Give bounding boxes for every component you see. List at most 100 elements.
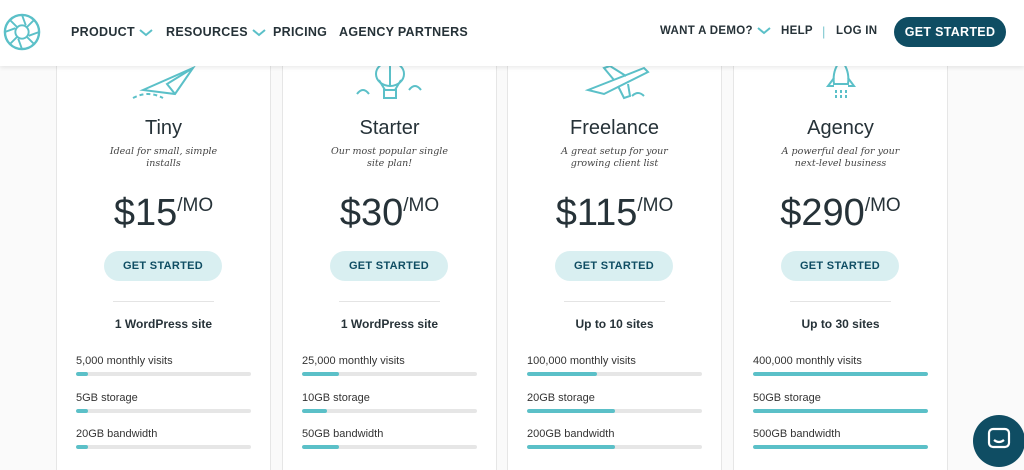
hot-air-balloon-icon (356, 61, 422, 99)
feature-label: 200GB bandwidth (527, 428, 615, 440)
pricing-card-starter: Starter Our most popular single site plan… (282, 50, 497, 470)
pricing-card-tiny: Tiny Ideal for small, simple installs $15/… (56, 50, 271, 470)
feature-bar (753, 372, 928, 376)
feature-label: 500GB bandwidth (753, 428, 841, 440)
nav-agency-partners[interactable]: AGENCY PARTNERS (339, 25, 468, 39)
feature-bar-fill (753, 445, 928, 449)
feature-label: 50GB storage (753, 392, 821, 404)
plan-get-started-button[interactable]: GET STARTED (555, 251, 673, 281)
feature-bar (753, 445, 928, 449)
price-amount: $115 (555, 192, 638, 234)
divider (113, 301, 214, 302)
feature-bar-fill (753, 372, 928, 376)
nav-pricing[interactable]: PRICING (273, 25, 327, 39)
chat-button[interactable] (973, 415, 1024, 467)
feature-item: 100,000 monthly visits (527, 355, 702, 376)
plan-description: Ideal for small, simple installs (109, 146, 218, 169)
feature-bar-fill (527, 409, 615, 413)
plan-name: Starter (359, 117, 420, 139)
plan-description: A great setup for your growing client li… (561, 146, 668, 169)
feature-item: 500GB bandwidth (753, 428, 928, 449)
nav-want-a-demo[interactable]: WANT A DEMO? (660, 25, 771, 37)
feature-label: 5,000 monthly visits (76, 355, 173, 367)
feature-bar (753, 409, 928, 413)
nav-resources[interactable]: RESOURCES (166, 25, 266, 39)
plan-description: A powerful deal for your next-level busi… (781, 146, 900, 169)
feature-bar-fill (302, 409, 327, 413)
feature-bar (527, 409, 702, 413)
airplane-icon (584, 64, 650, 100)
plan-name: Freelance (570, 117, 659, 139)
plan-sites: Up to 30 sites (801, 317, 880, 331)
chevron-down-icon (139, 28, 153, 37)
get-started-button[interactable]: GET STARTED (894, 17, 1006, 47)
nav-product[interactable]: PRODUCT (71, 25, 153, 39)
plan-price: $115/MO (508, 192, 721, 235)
plan-price: $30/MO (283, 192, 496, 235)
feature-item: 5,000 monthly visits (76, 355, 251, 376)
chevron-down-icon (757, 27, 771, 35)
nav-agency-partners-label: AGENCY PARTNERS (339, 25, 469, 39)
divider (339, 301, 440, 302)
plan-get-started-button[interactable]: GET STARTED (781, 251, 899, 281)
nav-login-label: LOG IN (836, 25, 878, 37)
chevron-down-icon (252, 28, 266, 37)
plan-price: $290/MO (734, 192, 947, 235)
plan-name: Agency (807, 117, 874, 139)
plan-sites: 1 WordPress site (114, 317, 213, 331)
feature-item: 50GB bandwidth (302, 428, 477, 449)
plan-sites: 1 WordPress site (340, 317, 439, 331)
feature-bar-fill (753, 409, 928, 413)
feature-item: 20GB storage (527, 392, 702, 413)
feature-bar-fill (76, 372, 89, 376)
feature-item: 10GB storage (302, 392, 477, 413)
feature-item: 50GB storage (753, 392, 928, 413)
feature-bar (302, 372, 477, 376)
nav-separator: | (822, 24, 826, 39)
price-amount: $290 (780, 192, 865, 234)
price-period: /MO (864, 195, 901, 216)
pricing-card-agency: Agency A powerful deal for your next-leve… (733, 50, 948, 470)
plan-name: Tiny (144, 117, 183, 139)
feature-bar (302, 409, 477, 413)
nav-help-label: HELP (781, 25, 813, 37)
pricing-card-freelance: Freelance A great setup for your growing … (507, 50, 722, 470)
price-amount: $15 (113, 192, 178, 234)
nav-help[interactable]: HELP (781, 25, 813, 37)
feature-bar-fill (527, 372, 597, 376)
plan-price: $15/MO (57, 192, 270, 235)
feature-item: 20GB bandwidth (76, 428, 251, 449)
feature-label: 400,000 monthly visits (753, 355, 862, 367)
nav-pricing-label: PRICING (273, 25, 328, 39)
divider (790, 301, 891, 302)
price-period: /MO (403, 195, 440, 216)
divider (564, 301, 665, 302)
chat-icon (987, 427, 1011, 449)
price-period: /MO (637, 195, 674, 216)
paper-plane-icon (132, 65, 196, 99)
feature-item: 200GB bandwidth (527, 428, 702, 449)
feature-label: 25,000 monthly visits (302, 355, 405, 367)
price-amount: $30 (339, 192, 404, 234)
feature-label: 20GB bandwidth (76, 428, 158, 440)
plan-get-started-button[interactable]: GET STARTED (330, 251, 448, 281)
price-period: /MO (177, 195, 214, 216)
feature-bar (302, 445, 477, 449)
logo-icon[interactable] (3, 13, 41, 51)
feature-bar (527, 372, 702, 376)
feature-bar (76, 409, 251, 413)
top-navigation: PRODUCT RESOURCES PRICING AGENCY PARTNER… (0, 0, 1024, 66)
feature-bar-fill (302, 372, 339, 376)
feature-item: 5GB storage (76, 392, 251, 413)
plan-sites: Up to 10 sites (575, 317, 654, 331)
feature-bar-fill (527, 445, 615, 449)
nav-login[interactable]: LOG IN (836, 25, 877, 37)
rocket-icon (826, 60, 856, 100)
feature-label: 50GB bandwidth (302, 428, 384, 440)
feature-bar-fill (76, 409, 89, 413)
feature-item: 400,000 monthly visits (753, 355, 928, 376)
plan-get-started-button[interactable]: GET STARTED (104, 251, 222, 281)
feature-label: 100,000 monthly visits (527, 355, 636, 367)
nav-resources-label: RESOURCES (166, 25, 248, 39)
feature-label: 10GB storage (302, 392, 370, 404)
